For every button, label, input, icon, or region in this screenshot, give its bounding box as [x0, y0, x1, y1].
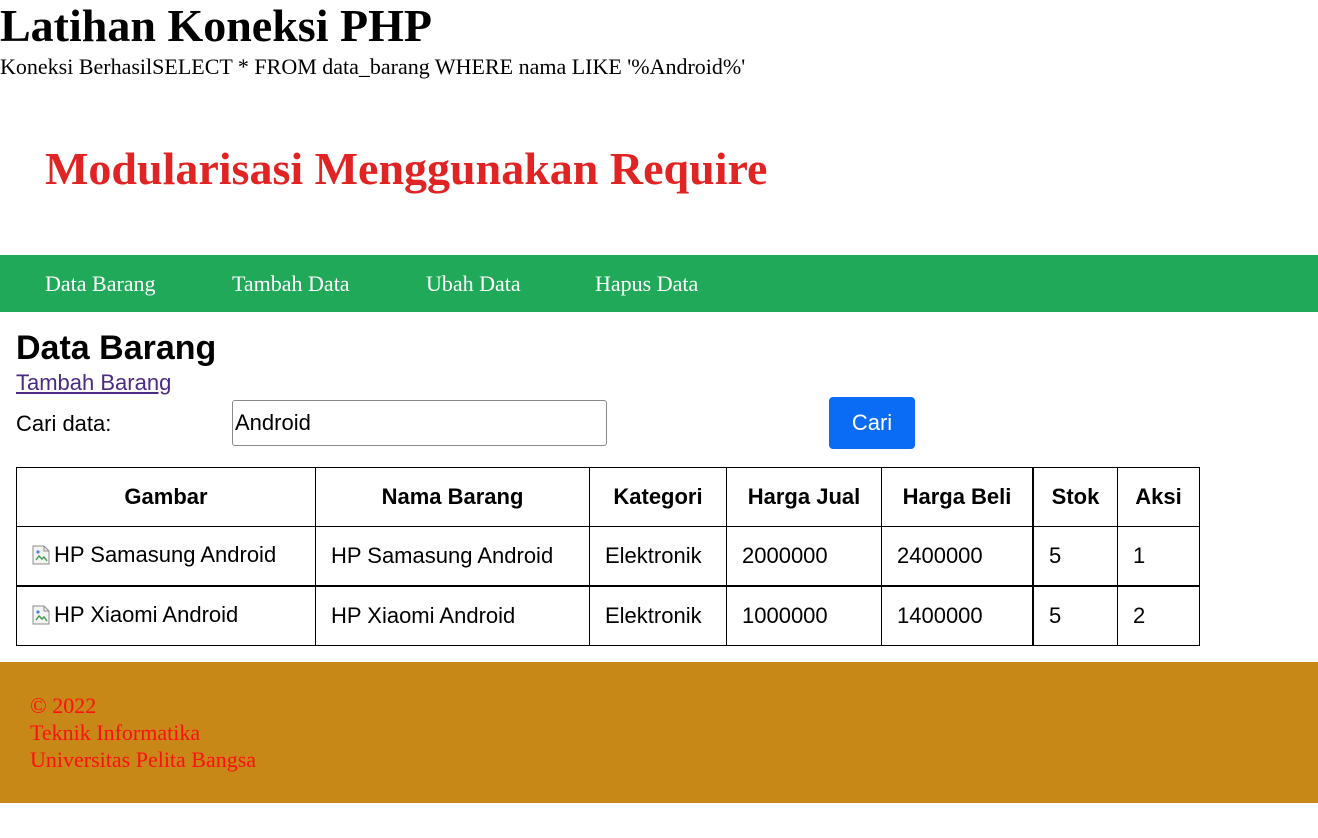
connection-status: Koneksi BerhasilSELECT * FROM data_baran…	[0, 54, 746, 79]
cell-kategori: Elektronik	[589, 585, 727, 646]
nav-item-ubah-data[interactable]: Ubah Data	[426, 255, 521, 312]
cell-gambar: HP Samasung Android	[16, 526, 316, 587]
image-alt-text: HP Xiaomi Android	[54, 601, 239, 627]
nav-item-data-barang[interactable]: Data Barang	[45, 255, 156, 312]
cell-aksi: 2	[1117, 585, 1200, 646]
add-item-link[interactable]: Tambah Barang	[16, 370, 171, 396]
table-row: HP Xiaomi Android HP Xiaomi Android Elek…	[16, 585, 1200, 646]
column-header-harga-jual: Harga Jual	[726, 467, 882, 527]
nav-item-hapus-data[interactable]: Hapus Data	[595, 255, 698, 312]
footer-department: Teknik Informatika	[30, 720, 201, 745]
column-header-harga-beli: Harga Beli	[881, 467, 1034, 527]
column-header-nama-barang: Nama Barang	[315, 467, 590, 527]
cell-nama-barang: HP Xiaomi Android	[315, 585, 590, 646]
cell-aksi: 1	[1117, 526, 1200, 587]
search-button[interactable]: Cari	[829, 397, 915, 449]
cell-nama-barang: HP Samasung Android	[315, 526, 590, 587]
cell-harga-jual: 2000000	[726, 526, 882, 587]
data-table: Gambar Nama Barang Kategori Harga Jual H…	[16, 467, 1200, 646]
footer-copyright: © 2022	[30, 693, 97, 718]
cell-harga-beli: 1400000	[881, 585, 1034, 646]
cell-stok: 5	[1032, 526, 1118, 587]
table-header-row: Gambar Nama Barang Kategori Harga Jual H…	[16, 467, 1200, 527]
column-header-stok: Stok	[1032, 467, 1118, 527]
cell-harga-beli: 2400000	[881, 526, 1034, 587]
broken-image-icon	[32, 605, 50, 625]
footer-university: Universitas Pelita Bangsa	[30, 747, 257, 772]
search-label: Cari data:	[16, 411, 112, 436]
cell-stok: 5	[1032, 585, 1118, 646]
broken-image-icon	[32, 545, 50, 565]
product-image: HP Samasung Android	[32, 542, 276, 568]
cell-gambar: HP Xiaomi Android	[16, 585, 316, 646]
navbar: Data Barang Tambah Data Ubah Data Hapus …	[0, 255, 1318, 312]
search-input[interactable]	[232, 400, 607, 446]
page-title: Latihan Koneksi PHP	[0, 0, 432, 51]
cell-kategori: Elektronik	[589, 526, 727, 587]
image-alt-text: HP Samasung Android	[54, 541, 277, 567]
column-header-kategori: Kategori	[589, 467, 727, 527]
section-title: Data Barang	[16, 329, 217, 367]
footer: © 2022 Teknik Informatika Universitas Pe…	[0, 662, 1318, 803]
cell-harga-jual: 1000000	[726, 585, 882, 646]
column-header-aksi: Aksi	[1117, 467, 1200, 527]
header-title: Modularisasi Menggunakan Require	[45, 143, 768, 194]
table-row: HP Samasung Android HP Samasung Android …	[16, 526, 1200, 587]
nav-item-tambah-data[interactable]: Tambah Data	[232, 255, 350, 312]
column-header-gambar: Gambar	[16, 467, 316, 527]
product-image: HP Xiaomi Android	[32, 602, 238, 628]
